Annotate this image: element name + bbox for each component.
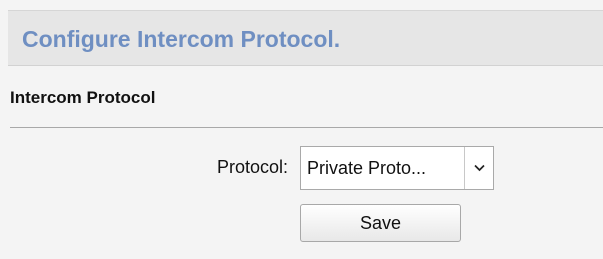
section-title: Intercom Protocol [10,88,156,107]
chevron-down-icon [474,164,485,172]
protocol-label: Protocol: [216,157,288,177]
protocol-select[interactable]: Private Proto... [300,146,494,190]
protocol-select-value: Private Proto... [307,158,427,178]
section-divider [10,127,603,128]
save-button[interactable]: Save [300,204,461,242]
protocol-dropdown-button[interactable] [464,147,493,189]
page-title-bar: Configure Intercom Protocol. [8,10,603,66]
page-title: Configure Intercom Protocol. [22,26,341,52]
intercom-protocol-page: Configure Intercom Protocol. Intercom Pr… [0,0,603,259]
